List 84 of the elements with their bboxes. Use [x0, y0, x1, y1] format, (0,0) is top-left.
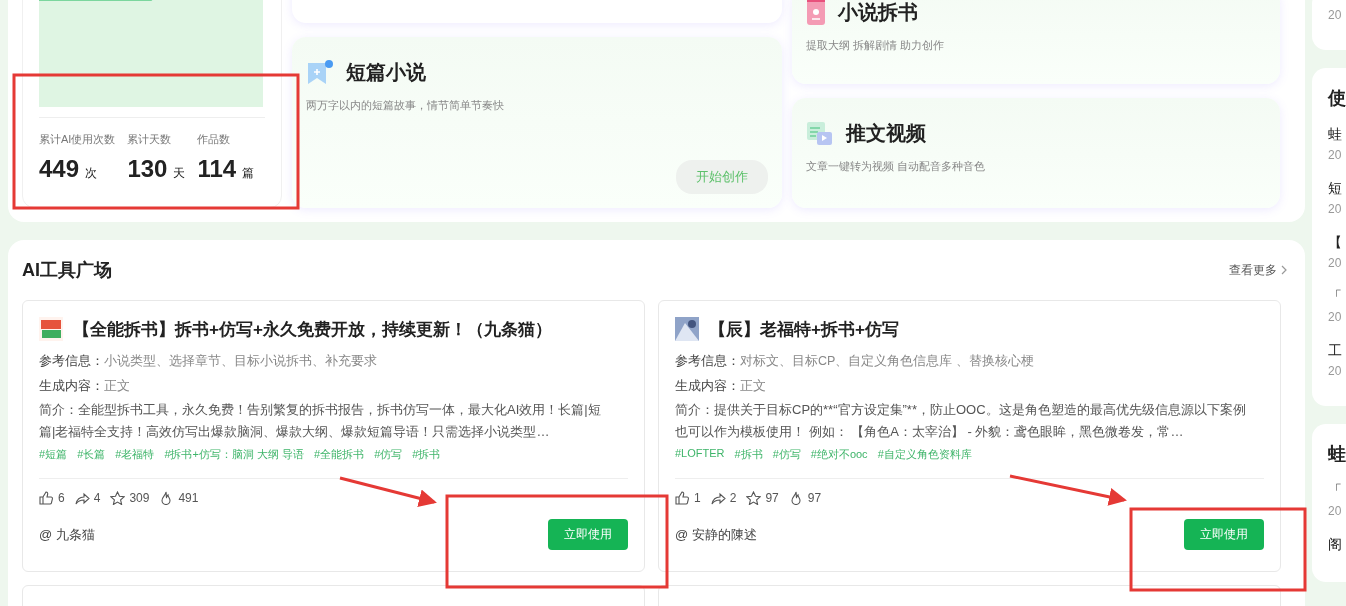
tag-link[interactable]: #LOFTER	[675, 447, 725, 462]
side-item-date: 20	[1328, 504, 1343, 518]
reference-info: 参考信息：对标文、目标CP、自定义角色信息库 、替换核心梗	[675, 353, 1035, 370]
stat-value: 130	[127, 155, 168, 183]
thumbs-up-icon	[675, 491, 690, 505]
panel-title: 使	[1328, 87, 1346, 110]
bookmark-icon	[306, 59, 334, 86]
tag-link[interactable]: #拆书+仿写：脑洞 大纲 导语	[164, 447, 305, 462]
author-name: @ 安静的陳述	[675, 525, 757, 544]
share-icon	[710, 491, 726, 505]
tag-link[interactable]: #仿写	[374, 447, 403, 462]
count-text: 309	[129, 491, 150, 505]
count-text: 491	[178, 491, 199, 505]
side-item-date: 20	[1328, 8, 1343, 22]
use-now-button[interactable]: 立即使用	[1184, 519, 1264, 550]
stat-label: 作品数	[197, 132, 232, 147]
side-item-title[interactable]: 【	[1328, 234, 1346, 252]
feature-card[interactable]: 推文视频 文章一键转为视频 自动配音多种音色	[792, 98, 1280, 208]
section-title: AI工具广场	[22, 259, 112, 282]
feature-title: 小说拆书	[838, 0, 918, 25]
side-item-date: 20	[1328, 310, 1343, 324]
feature-description: 文章一键转为视频 自动配音多种音色	[806, 159, 987, 174]
side-item-title[interactable]: 阁	[1328, 536, 1346, 554]
side-item-title[interactable]: 蛙	[1328, 126, 1346, 144]
flame-icon	[788, 491, 804, 505]
tool-description: 简介：全能型拆书工具，永久免费！告别繁复的拆书报告，拆书仿写一体，最大化AI效用！长篇|短篇|老福特全支持！高效仿写出爆款脑洞、爆款大纲、爆款短篇导语！只需选择小说类型…	[39, 401, 602, 441]
feature-description: 提取大纲 拆解剧情 助力创作	[806, 38, 946, 53]
tag-link[interactable]: #长篇	[77, 447, 106, 462]
tag-link[interactable]: #拆书	[412, 447, 441, 462]
stat-value: 114	[197, 155, 237, 183]
stat-label: 累计天数	[127, 132, 173, 147]
thumbs-up-icon	[39, 491, 54, 505]
side-item-date: 20	[1328, 202, 1343, 216]
side-item-date: 20	[1328, 148, 1343, 162]
stat-unit: 篇	[242, 165, 255, 182]
tag-link[interactable]: #全能拆书	[314, 447, 365, 462]
side-item-title[interactable]: 短	[1328, 180, 1346, 198]
tag-link[interactable]: #自定义角色资料库	[877, 447, 972, 462]
count-text: 97	[807, 491, 822, 505]
count-text: 2	[729, 491, 737, 505]
count-text: 97	[765, 491, 779, 505]
side-item-title[interactable]: 「	[1328, 288, 1346, 306]
reference-info: 参考信息：小说类型、选择章节、目标小说拆书、补充要求	[39, 353, 378, 370]
feature-title: 推文视频	[846, 121, 926, 146]
tag-link[interactable]: #绝对不ooc	[810, 447, 868, 462]
share-icon	[74, 491, 90, 505]
count-text: 6	[58, 491, 65, 505]
panel-title: 蛙	[1328, 443, 1346, 466]
count-text: 4	[93, 491, 101, 505]
stat-unit: 天	[173, 165, 186, 182]
stat-value: 449	[39, 155, 80, 183]
output-info: 生成内容：正文	[39, 378, 131, 395]
star-icon	[110, 491, 126, 505]
stat-unit: 次	[85, 165, 98, 182]
tool-description: 简介：提供关于目标CP的**“官方设定集”**，防止OOC。这是角色塑造的最高优先级信息源以下案例 也可以作为模板使用！ 例如： 【角色A：太宰治】 - 外貌：鸢色眼眸，黑色微卷发，常…	[675, 401, 1247, 441]
book-icon	[806, 0, 826, 26]
feature-description: 两万字以内的短篇故事，情节简单节奏快	[306, 98, 505, 113]
feature-card[interactable]: 短篇小说 两万字以内的短篇故事，情节简单节奏快 开始创作	[292, 37, 782, 208]
tool-card[interactable]	[658, 300, 1281, 572]
stat-label: 累计AI使用次数	[39, 132, 116, 147]
count-text: 1	[694, 491, 701, 505]
start-button[interactable]: 开始创作	[676, 160, 768, 194]
tool-title: 【辰】老福特+拆书+仿写	[709, 318, 899, 341]
chevron-right-icon	[1281, 265, 1287, 275]
tool-card[interactable]	[22, 300, 645, 572]
tag-link[interactable]: #仿写	[772, 447, 801, 462]
tag-link[interactable]: #老福特	[115, 447, 155, 462]
author-name: @ 九条猫	[39, 525, 95, 544]
side-item-title[interactable]: 工	[1328, 342, 1346, 360]
tag-link[interactable]: #短篇	[39, 447, 68, 462]
star-icon	[746, 491, 762, 505]
output-info: 生成内容：正文	[675, 378, 767, 395]
tool-avatar	[39, 317, 63, 341]
tool-avatar	[675, 317, 699, 341]
side-item-date: 20	[1328, 256, 1343, 270]
side-item-title[interactable]: 「	[1328, 482, 1346, 500]
view-more-link[interactable]: 查看更多	[1229, 261, 1287, 279]
video-document-icon	[806, 120, 834, 147]
tool-title: 【全能拆书】拆书+仿写+永久免费开放，持续更新！（九条猫）	[73, 318, 552, 341]
use-now-button[interactable]: 立即使用	[548, 519, 628, 550]
side-item-date: 20	[1328, 364, 1343, 378]
tag-link[interactable]: #拆书	[734, 447, 763, 462]
feature-card[interactable]: 小说拆书 提取大纲 拆解剧情 助力创作	[792, 0, 1280, 84]
feature-title: 短篇小说	[346, 60, 426, 85]
